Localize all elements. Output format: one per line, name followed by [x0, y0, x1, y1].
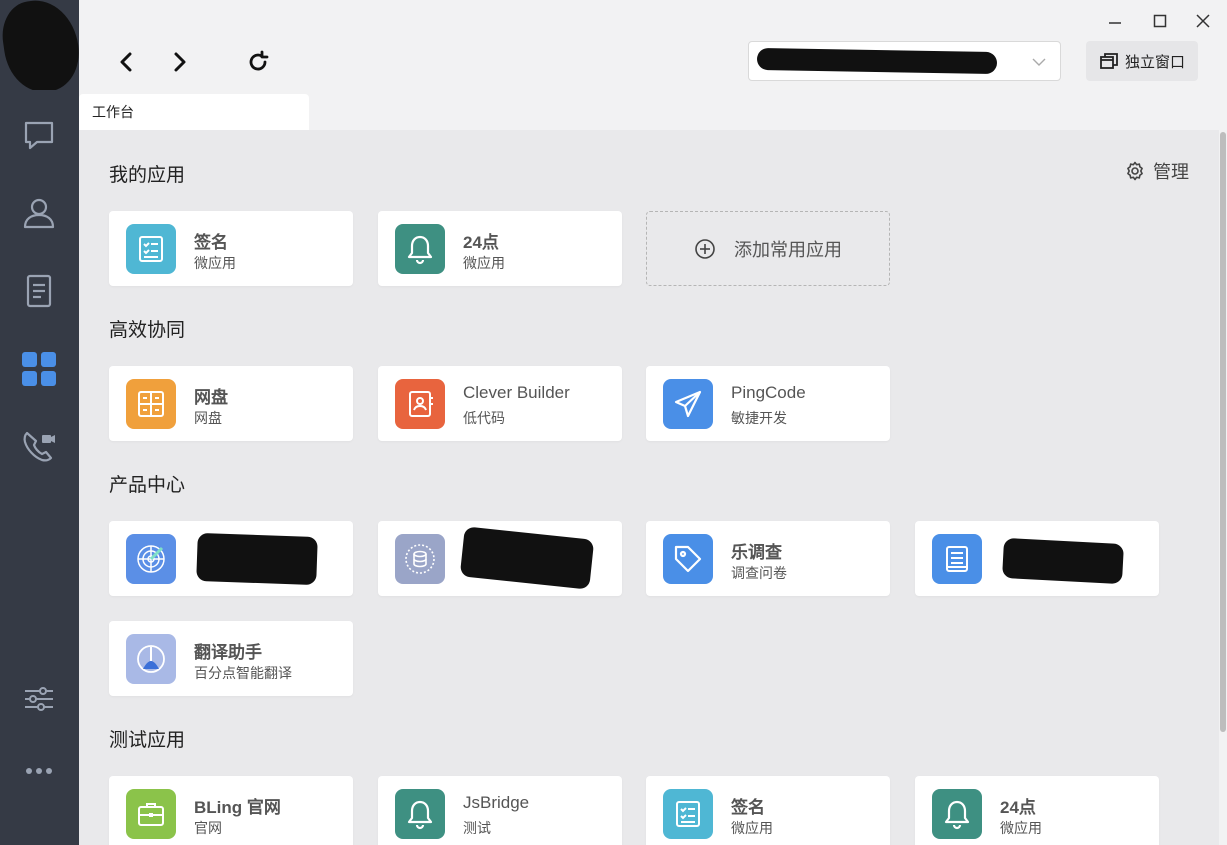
- bell-icon: [395, 224, 445, 274]
- checklist-icon: [126, 224, 176, 274]
- app-card-24-points[interactable]: 24点 微应用: [378, 211, 622, 286]
- windows-icon: [1100, 53, 1118, 69]
- close-icon: [1196, 14, 1210, 28]
- workbench-content: 我的应用 管理 签名 微应用 24点 微应用 添加常用应用 高效协同 网盘 网盘…: [79, 130, 1220, 845]
- app-card-24-points-test[interactable]: 24点 微应用: [915, 776, 1159, 845]
- scroll-thumb[interactable]: [1220, 132, 1226, 732]
- app-name: 24点: [1000, 798, 1036, 817]
- manage-label: 管理: [1153, 162, 1189, 182]
- gear-icon: [1127, 161, 1143, 181]
- app-desc: 微应用: [731, 820, 773, 836]
- account-select[interactable]: [748, 41, 1061, 81]
- top-bar: 独立窗口: [79, 0, 1227, 94]
- tag-icon: [663, 534, 713, 584]
- app-desc: 百分点智能翻译: [194, 665, 292, 681]
- app-card-cloud-disk[interactable]: 网盘 网盘: [109, 366, 353, 441]
- maximize-button[interactable]: [1147, 8, 1173, 34]
- chevron-right-icon: [174, 52, 186, 72]
- refresh-button[interactable]: [241, 45, 275, 79]
- plus-circle-icon: [695, 238, 715, 259]
- app-card-sign[interactable]: 签名 微应用: [109, 211, 353, 286]
- minimize-button[interactable]: [1102, 8, 1128, 34]
- back-button[interactable]: [110, 45, 144, 79]
- app-desc: 微应用: [463, 255, 505, 271]
- minimize-icon: [1109, 22, 1121, 24]
- app-name: BLing 官网: [194, 798, 281, 817]
- section-title-products: 产品中心: [109, 475, 186, 496]
- standalone-window-label: 独立窗口: [1124, 53, 1185, 71]
- app-desc: 官网: [194, 820, 222, 836]
- translate-icon: [126, 634, 176, 684]
- radar-icon: [126, 534, 176, 584]
- section-title-my-apps: 我的应用: [109, 165, 186, 186]
- app-name: 网盘: [194, 388, 228, 407]
- app-card-translator[interactable]: 翻译助手 百分点智能翻译: [109, 621, 353, 696]
- app-desc: 微应用: [1000, 820, 1042, 836]
- close-button[interactable]: [1190, 8, 1216, 34]
- scrollbar[interactable]: [1219, 130, 1227, 845]
- maximize-icon: [1153, 14, 1167, 28]
- workbench-icon[interactable]: [19, 349, 59, 389]
- app-desc: 低代码: [463, 410, 505, 426]
- app-desc: 调查问卷: [731, 565, 787, 581]
- database-icon: [395, 534, 445, 584]
- settings-sliders-icon[interactable]: [19, 679, 59, 719]
- contacts-icon[interactable]: [19, 193, 59, 233]
- manage-button[interactable]: 管理: [1125, 158, 1189, 184]
- app-card-bling[interactable]: BLing 官网 官网: [109, 776, 353, 845]
- tab-workbench[interactable]: 工作台: [79, 94, 309, 130]
- app-card-sign-test[interactable]: 签名 微应用: [646, 776, 890, 845]
- video-call-icon[interactable]: [19, 427, 59, 467]
- app-card-clever-builder[interactable]: Clever Builder 低代码: [378, 366, 622, 441]
- app-name: PingCode: [731, 383, 806, 402]
- briefcase-icon: [126, 789, 176, 839]
- paper-plane-icon: [663, 379, 713, 429]
- app-desc: 测试: [463, 820, 491, 836]
- sidebar: [0, 0, 79, 845]
- app-card-pingcode[interactable]: PingCode 敏捷开发: [646, 366, 890, 441]
- add-common-app-button[interactable]: 添加常用应用: [646, 211, 890, 286]
- app-card-redacted-2[interactable]: [378, 521, 622, 596]
- chevron-left-icon: [120, 52, 132, 72]
- avatar[interactable]: [0, 0, 79, 90]
- app-desc: 微应用: [194, 255, 236, 271]
- app-card-survey[interactable]: 乐调查 调查问卷: [646, 521, 890, 596]
- app-name: 翻译助手: [194, 643, 262, 662]
- chevron-down-icon: [1032, 58, 1046, 66]
- book-icon: [932, 534, 982, 584]
- bell-icon: [932, 789, 982, 839]
- app-card-jsbridge[interactable]: JsBridge 测试: [378, 776, 622, 845]
- contact-book-icon: [395, 379, 445, 429]
- app-desc: 敏捷开发: [731, 410, 787, 426]
- section-title-test: 测试应用: [109, 730, 186, 751]
- chat-icon[interactable]: [19, 115, 59, 155]
- app-card-redacted-3[interactable]: [915, 521, 1159, 596]
- app-card-redacted-1[interactable]: [109, 521, 353, 596]
- document-icon[interactable]: [19, 271, 59, 311]
- section-title-collab: 高效协同: [109, 320, 186, 341]
- app-name: Clever Builder: [463, 383, 570, 402]
- app-name: 签名: [731, 798, 765, 817]
- app-name: 签名: [194, 233, 228, 252]
- standalone-window-button[interactable]: 独立窗口: [1086, 41, 1198, 81]
- checklist-icon: [663, 789, 713, 839]
- app-name: JsBridge: [463, 793, 530, 812]
- more-icon[interactable]: [19, 751, 59, 791]
- cloud-disk-icon: [126, 379, 176, 429]
- refresh-icon: [249, 50, 269, 71]
- add-common-app-label: 添加常用应用: [734, 239, 842, 260]
- app-desc: 网盘: [194, 410, 222, 426]
- app-name: 乐调查: [731, 543, 782, 562]
- bell-icon: [395, 789, 445, 839]
- forward-button[interactable]: [162, 45, 196, 79]
- app-name: 24点: [463, 233, 499, 252]
